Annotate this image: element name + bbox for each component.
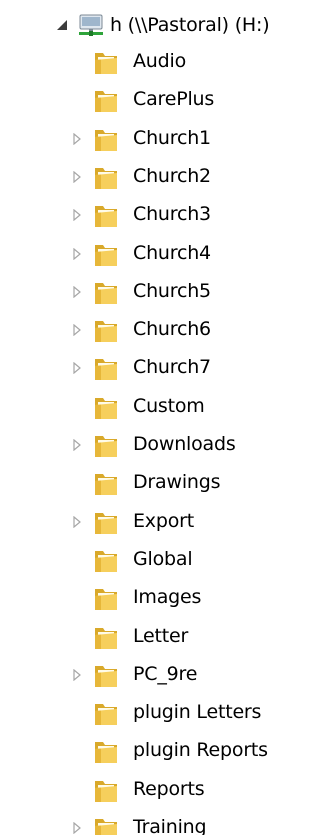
- folder-icon: [95, 704, 117, 726]
- folder-name: Custom: [133, 394, 205, 417]
- folder-icon: [95, 550, 117, 572]
- tree-item-plugin-letters[interactable]: plugin Letters: [44, 695, 331, 731]
- expanded-arrow-icon[interactable]: [56, 19, 68, 31]
- folder-name: Letter: [133, 624, 189, 647]
- collapsed-arrow-icon[interactable]: [72, 209, 82, 222]
- collapsed-arrow-icon[interactable]: [72, 132, 82, 145]
- folder-name: Church4: [133, 241, 211, 264]
- folder-name: Reports: [133, 777, 205, 800]
- tree-item-church4[interactable]: Church4: [44, 236, 331, 272]
- folder-icon: [95, 397, 117, 419]
- tree-root-drive[interactable]: h (\\Pastoral) (H:): [56, 12, 306, 38]
- folder-name: Church1: [133, 126, 211, 149]
- tree-item-plugin-reports[interactable]: plugin Reports: [44, 733, 331, 769]
- folder-icon: [95, 742, 117, 764]
- folder-name: Images: [133, 586, 202, 609]
- folder-name: Downloads: [133, 433, 236, 455]
- folder-name: Church3: [133, 203, 211, 226]
- folder-name: Export: [133, 509, 194, 532]
- folder-icon: [95, 321, 117, 343]
- folder-name: CarePlus: [133, 88, 215, 111]
- folder-icon: [95, 589, 117, 611]
- folder-name: Church5: [133, 279, 211, 302]
- folder-name: Drawings: [133, 471, 221, 494]
- tree-item-church3[interactable]: Church3: [44, 197, 331, 233]
- collapsed-arrow-icon[interactable]: [72, 822, 82, 834]
- tree-item-church1[interactable]: Church1: [44, 121, 331, 157]
- folder-icon: [95, 359, 117, 381]
- tree-item-church5[interactable]: Church5: [44, 274, 331, 310]
- tree-item-pc-9re[interactable]: PC_9re: [44, 657, 331, 693]
- folder-icon: [95, 206, 117, 228]
- collapsed-arrow-icon[interactable]: [72, 439, 82, 451]
- tree-item-audio[interactable]: Audio: [44, 44, 331, 80]
- tree-item-export[interactable]: Export: [44, 504, 331, 540]
- folder-icon: [95, 780, 117, 802]
- folder-name: Church6: [133, 318, 211, 341]
- folder-icon: [95, 819, 117, 835]
- folder-name: PC_9re: [133, 662, 198, 685]
- navigation-pane: h (\\Pastoral) (H:) Audio CarePlus Church1…: [44, 0, 331, 835]
- tree-item-church6[interactable]: Church6: [44, 312, 331, 348]
- tree-item-downloads[interactable]: Downloads: [44, 427, 331, 463]
- folder-icon: [95, 627, 117, 649]
- folder-icon: [95, 53, 117, 74]
- folder-icon: [95, 244, 117, 266]
- folder-icon: [95, 665, 117, 687]
- collapsed-arrow-icon[interactable]: [72, 515, 82, 528]
- folder-icon: [95, 282, 117, 304]
- drive-label: h (\\Pastoral) (H:): [110, 14, 270, 36]
- tree-item-careplus[interactable]: CarePlus: [44, 82, 331, 118]
- folder-name: Church7: [133, 356, 211, 379]
- folder-icon: [95, 512, 117, 534]
- folder-name: Global: [133, 547, 193, 570]
- folder-name: plugin Reports: [133, 739, 268, 762]
- folder-icon: [95, 129, 117, 151]
- tree-item-church2[interactable]: Church2: [44, 159, 331, 195]
- folder-icon: [95, 436, 117, 457]
- folder-name: Audio: [133, 50, 187, 72]
- tree-item-letter[interactable]: Letter: [44, 619, 331, 655]
- collapsed-arrow-icon[interactable]: [72, 170, 82, 183]
- tree-item-drawings[interactable]: Drawings: [44, 465, 331, 501]
- collapsed-arrow-icon[interactable]: [72, 668, 82, 681]
- collapsed-arrow-icon[interactable]: [72, 247, 82, 260]
- folder-name: Church2: [133, 164, 211, 187]
- tree-item-global[interactable]: Global: [44, 542, 331, 578]
- folder-icon: [95, 474, 117, 496]
- folder-name: plugin Letters: [133, 701, 262, 724]
- tree-item-training[interactable]: Training: [44, 810, 331, 835]
- collapsed-arrow-icon[interactable]: [72, 362, 82, 375]
- folder-icon: [95, 167, 117, 189]
- tree-item-church7[interactable]: Church7: [44, 350, 331, 386]
- tree-item-custom[interactable]: Custom: [44, 389, 331, 425]
- collapsed-arrow-icon[interactable]: [72, 285, 82, 298]
- tree-item-reports[interactable]: Reports: [44, 772, 331, 808]
- folder-icon: [95, 91, 117, 113]
- collapsed-arrow-icon[interactable]: [72, 324, 82, 337]
- folder-name: Training: [133, 816, 207, 835]
- tree-item-images[interactable]: Images: [44, 580, 331, 616]
- network-drive-icon: [79, 14, 103, 36]
